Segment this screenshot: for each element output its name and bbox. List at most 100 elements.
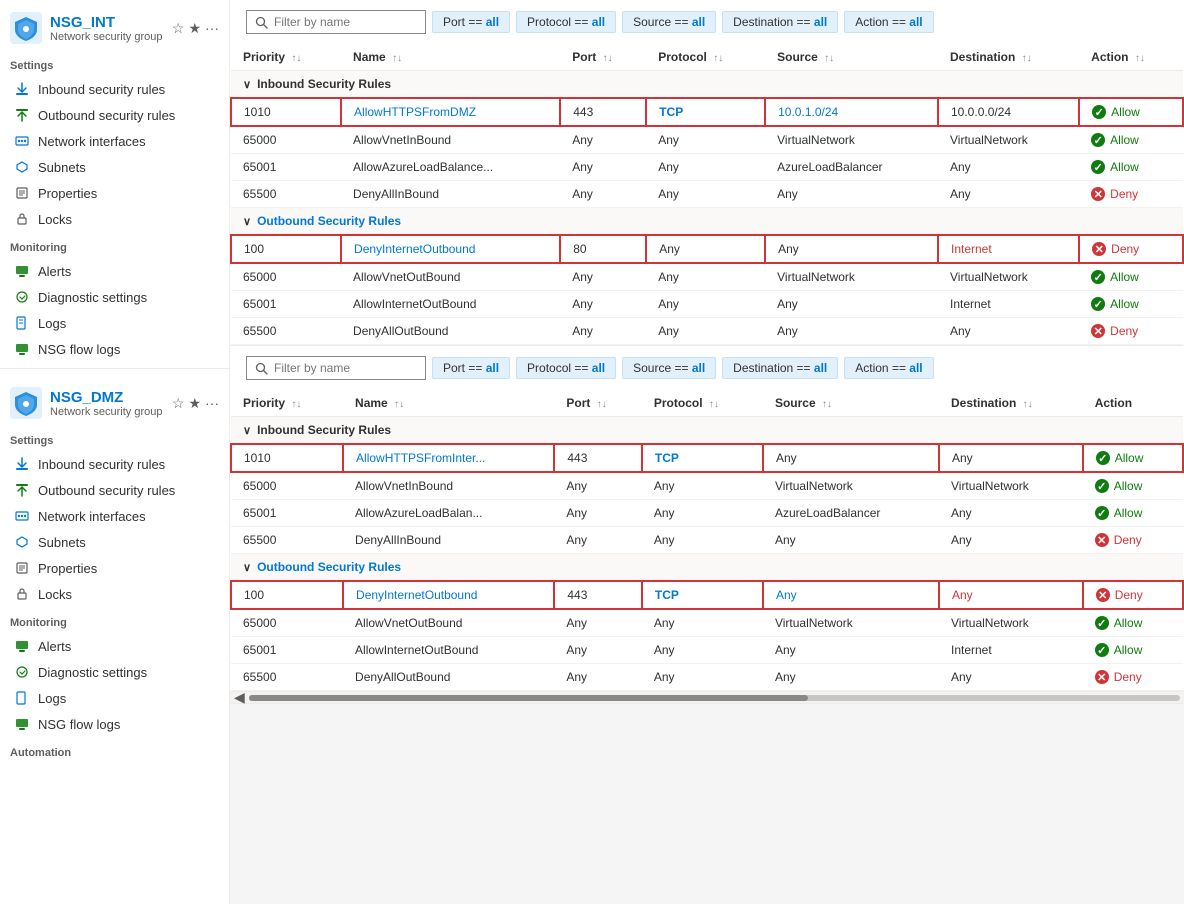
- col-destination-1[interactable]: Destination ↑↓: [938, 44, 1079, 71]
- nsg1-outbound-row-0[interactable]: 100 DenyInternetOutbound 80 Any Any Inte…: [231, 235, 1183, 263]
- inbound-label-2: Inbound security rules: [38, 457, 165, 472]
- logs-icon-2: [14, 690, 30, 706]
- nsg2-header: NSG_DMZ Network security group ☆ ★ ···: [0, 375, 229, 425]
- interfaces-icon-2: [14, 508, 30, 524]
- nsg2-inbound-row-1[interactable]: 65000 AllowVnetInBound Any Any VirtualNe…: [231, 472, 1183, 500]
- nsg2-outbound-row-3[interactable]: 65500 DenyAllOutBound Any Any Any Any ✕D…: [231, 664, 1183, 691]
- nsg1-inbound-row-3[interactable]: 65500 DenyAllInBound Any Any Any Any ✕De…: [231, 181, 1183, 208]
- nsgflow-icon-2: [14, 716, 30, 732]
- sidebar-item-diag-1[interactable]: Diagnostic settings: [0, 284, 229, 310]
- nsg2-outbound-section: ∨Outbound Security Rules: [231, 554, 1183, 582]
- col-priority-1[interactable]: Priority ↑↓: [231, 44, 341, 71]
- nsgflow-label-2: NSG flow logs: [38, 717, 120, 732]
- col-name-1[interactable]: Name ↑↓: [341, 44, 560, 71]
- nsg1-star-icon[interactable]: ☆: [172, 20, 185, 37]
- sidebar-item-nsgflow-2[interactable]: NSG flow logs: [0, 711, 229, 737]
- col-name-2[interactable]: Name ↑↓: [343, 390, 554, 417]
- sidebar-item-outbound-1[interactable]: Outbound security rules: [0, 102, 229, 128]
- sidebar-item-properties-1[interactable]: Properties: [0, 180, 229, 206]
- nsg1-outbound-row-2[interactable]: 65001 AllowInternetOutBound Any Any Any …: [231, 291, 1183, 318]
- nsg2-star-icon[interactable]: ☆: [172, 395, 185, 412]
- sidebar-item-logs-2[interactable]: Logs: [0, 685, 229, 711]
- nsg2-outbound-row-0[interactable]: 100 DenyInternetOutbound 443 TCP Any Any…: [231, 581, 1183, 609]
- nsg1-inbound-row-0[interactable]: 1010 AllowHTTPSFromDMZ 443 TCP 10.0.1.0/…: [231, 98, 1183, 126]
- nsg2-outbound-row-1[interactable]: 65000 AllowVnetOutBound Any Any VirtualN…: [231, 609, 1183, 637]
- col-source-1[interactable]: Source ↑↓: [765, 44, 938, 71]
- scroll-track[interactable]: [249, 695, 1180, 701]
- sidebar-item-locks-2[interactable]: Locks: [0, 581, 229, 607]
- col-port-1[interactable]: Port ↑↓: [560, 44, 646, 71]
- nsg2-outbound-row-2[interactable]: 65001 AllowInternetOutBound Any Any Any …: [231, 637, 1183, 664]
- nsg1-chip-action[interactable]: Action == all: [844, 11, 933, 33]
- nsg2-icon: [10, 387, 42, 419]
- nsg1-pin-icon[interactable]: ★: [188, 20, 201, 37]
- nsg1-chip-protocol[interactable]: Protocol == all: [516, 11, 616, 33]
- nsg1-search-box[interactable]: [246, 10, 426, 34]
- nsg1-inbound-row-1[interactable]: 65000 AllowVnetInBound Any Any VirtualNe…: [231, 126, 1183, 154]
- sidebar-item-alerts-1[interactable]: Alerts: [0, 258, 229, 284]
- col-source-2[interactable]: Source ↑↓: [763, 390, 939, 417]
- nsgflow-icon-1: [14, 341, 30, 357]
- nsg2-search-box[interactable]: [246, 356, 426, 380]
- nsg2-chip-protocol[interactable]: Protocol == all: [516, 357, 616, 379]
- outbound-label-1: Outbound security rules: [38, 108, 175, 123]
- nsg1-outbound-row-1[interactable]: 65000 AllowVnetOutBound Any Any VirtualN…: [231, 263, 1183, 291]
- nsg1-more-icon[interactable]: ···: [205, 20, 219, 36]
- action: ✕Deny: [1079, 235, 1183, 263]
- nsg1-chip-source[interactable]: Source == all: [622, 11, 716, 33]
- sidebar-item-subnets-2[interactable]: Subnets: [0, 529, 229, 555]
- col-priority-2[interactable]: Priority ↑↓: [231, 390, 343, 417]
- destination: Internet: [938, 235, 1079, 263]
- col-protocol-2[interactable]: Protocol ↑↓: [642, 390, 763, 417]
- sidebar-item-locks-1[interactable]: Locks: [0, 206, 229, 232]
- nsg1-outbound-row-3[interactable]: 65500 DenyAllOutBound Any Any Any Any ✕D…: [231, 318, 1183, 345]
- nsg2-inbound-row-0[interactable]: 1010 AllowHTTPSFromInter... 443 TCP Any …: [231, 444, 1183, 472]
- nsg1-search-input[interactable]: [274, 15, 414, 29]
- outbound-label-2: Outbound security rules: [38, 483, 175, 498]
- nsg1-chip-port[interactable]: Port == all: [432, 11, 510, 33]
- nsg2-pin-icon[interactable]: ★: [188, 395, 201, 412]
- scroll-left-icon[interactable]: ◀: [234, 689, 245, 706]
- nsg2-more-icon[interactable]: ···: [205, 395, 219, 411]
- sidebar-item-inbound-2[interactable]: Inbound security rules: [0, 451, 229, 477]
- sidebar-item-properties-2[interactable]: Properties: [0, 555, 229, 581]
- sidebar-item-subnets-1[interactable]: Subnets: [0, 154, 229, 180]
- subnets-label-2: Subnets: [38, 535, 86, 550]
- col-port-2[interactable]: Port ↑↓: [554, 390, 642, 417]
- priority: 100: [231, 235, 341, 263]
- sidebar-item-inbound-1[interactable]: Inbound security rules: [0, 76, 229, 102]
- scroll-thumb[interactable]: [249, 695, 808, 701]
- nsg1-inbound-row-2[interactable]: 65001 AllowAzureLoadBalance... Any Any A…: [231, 154, 1183, 181]
- sidebar-item-outbound-2[interactable]: Outbound security rules: [0, 477, 229, 503]
- sidebar-item-nsgflow-1[interactable]: NSG flow logs: [0, 336, 229, 362]
- nsg1-chip-destination[interactable]: Destination == all: [722, 11, 838, 33]
- subnets-label-1: Subnets: [38, 160, 86, 175]
- nsg1-panel: Port == all Protocol == all Source == al…: [230, 0, 1184, 346]
- nsg2-settings-label: Settings: [0, 425, 229, 451]
- nsg2-subtitle: Network security group: [50, 406, 164, 418]
- logs-icon-1: [14, 315, 30, 331]
- subnets-icon-1: [14, 159, 30, 175]
- properties-label-2: Properties: [38, 561, 97, 576]
- col-destination-2[interactable]: Destination ↑↓: [939, 390, 1083, 417]
- inbound-label-1: Inbound security rules: [38, 82, 165, 97]
- name: AllowHTTPSFromDMZ: [341, 98, 560, 126]
- col-protocol-1[interactable]: Protocol ↑↓: [646, 44, 765, 71]
- sidebar-item-alerts-2[interactable]: Alerts: [0, 633, 229, 659]
- protocol: TCP: [642, 581, 763, 609]
- sidebar-item-interfaces-2[interactable]: Network interfaces: [0, 503, 229, 529]
- col-action-1[interactable]: Action ↑↓: [1079, 44, 1183, 71]
- nsg2-inbound-row-3[interactable]: 65500 DenyAllInBound Any Any Any Any ✕De…: [231, 527, 1183, 554]
- nsg2-chip-port[interactable]: Port == all: [432, 357, 510, 379]
- sidebar-item-interfaces-1[interactable]: Network interfaces: [0, 128, 229, 154]
- destination: Any: [939, 581, 1083, 609]
- col-action-2[interactable]: Action: [1083, 390, 1183, 417]
- nsg2-search-input[interactable]: [274, 361, 414, 375]
- nsg2-chip-source[interactable]: Source == all: [622, 357, 716, 379]
- sidebar-item-logs-1[interactable]: Logs: [0, 310, 229, 336]
- sidebar-item-diag-2[interactable]: Diagnostic settings: [0, 659, 229, 685]
- nsg2-chip-destination[interactable]: Destination == all: [722, 357, 838, 379]
- nsg2-chip-action[interactable]: Action == all: [844, 357, 933, 379]
- nsg2-inbound-row-2[interactable]: 65001 AllowAzureLoadBalan... Any Any Azu…: [231, 500, 1183, 527]
- horizontal-scrollbar[interactable]: ◀: [230, 691, 1184, 703]
